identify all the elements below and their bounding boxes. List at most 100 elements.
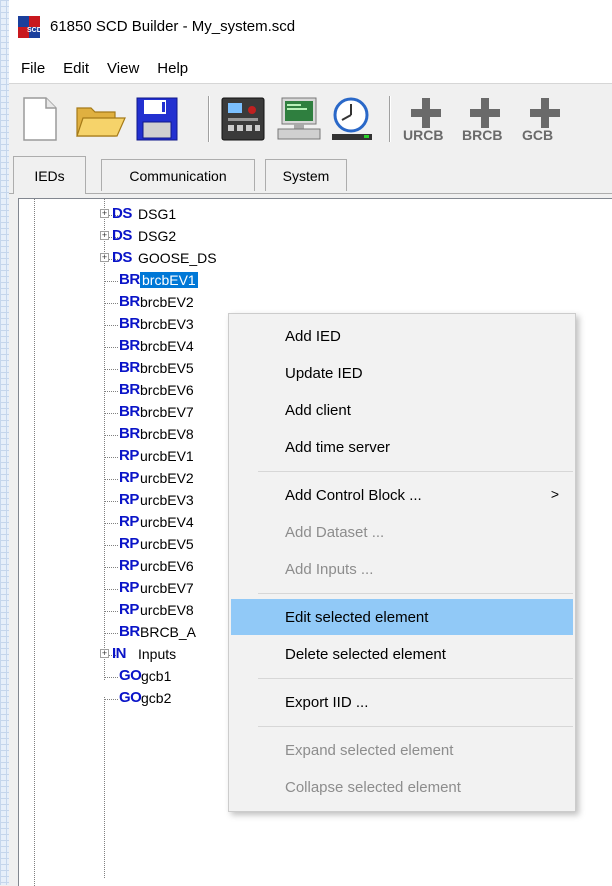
node-type-tag: RP	[119, 469, 139, 486]
tree-branch-line	[105, 413, 119, 414]
tree-node-label[interactable]: BRCB_A	[140, 624, 196, 640]
menu-item-add-control-block[interactable]: Add Control Block ... >	[231, 477, 573, 513]
tab-ieds[interactable]: IEDs	[13, 156, 86, 194]
tree-node-label[interactable]: brcbEV4	[140, 338, 194, 354]
expand-plus-icon[interactable]: +	[100, 231, 109, 240]
gcb-label: GCB	[522, 127, 553, 142]
menu-item-add-ied[interactable]: Add IED	[231, 318, 573, 354]
menu-item-expand-selected-element: Expand selected element	[231, 732, 573, 768]
desktop-background-strip	[0, 0, 9, 885]
tree-node-label[interactable]: urcbEV6	[140, 558, 194, 574]
menu-item-add-client[interactable]: Add client	[231, 392, 573, 428]
menu-separator	[258, 593, 573, 594]
tree-row[interactable]: + DS DSG1	[19, 204, 612, 226]
toolbar: URCB BRCB GCB	[9, 83, 612, 154]
tree-node-label[interactable]: urcbEV8	[140, 602, 194, 618]
tree-node-label[interactable]: DSG1	[138, 206, 176, 222]
tree-branch-line	[105, 479, 119, 480]
tree-node-label[interactable]: urcbEV7	[140, 580, 194, 596]
menu-item-label: Expand selected element	[285, 741, 454, 759]
tree-node-label[interactable]: brcbEV8	[140, 426, 194, 442]
tree-branch-line	[105, 435, 119, 436]
node-type-tag: BR	[119, 359, 140, 376]
tree-row[interactable]: + DS DSG2	[19, 226, 612, 248]
menu-item-label: Add Inputs ...	[285, 560, 374, 578]
urcb-label: URCB	[403, 127, 443, 142]
node-type-tag: RP	[119, 491, 139, 508]
menu-item-label: Collapse selected element	[285, 778, 461, 796]
tree-node-label[interactable]: gcb1	[141, 668, 171, 684]
tree-branch-line	[105, 545, 119, 546]
tree-branch-line	[105, 677, 119, 678]
tab-communication[interactable]: Communication	[101, 159, 255, 191]
node-type-tag: BR	[119, 337, 140, 354]
tree-node-label[interactable]: Inputs	[138, 646, 176, 662]
menu-separator	[258, 726, 573, 727]
expand-plus-icon[interactable]: +	[100, 253, 109, 262]
node-type-tag: RP	[119, 535, 139, 552]
new-file-icon[interactable]	[22, 96, 58, 142]
menu-item-edit-selected-element[interactable]: Edit selected element	[231, 599, 573, 635]
node-type-tag: DS	[112, 205, 132, 222]
tree-node-label[interactable]: brcbEV7	[140, 404, 194, 420]
tree-branch-line	[105, 347, 119, 348]
node-type-tag: BR	[119, 315, 140, 332]
menu-item-label: Export IID ...	[285, 693, 369, 711]
tree-row[interactable]: BR brcbEV1	[19, 270, 612, 292]
tree-branch-line	[105, 523, 119, 524]
expand-plus-icon[interactable]: +	[100, 209, 109, 218]
title-bar: SCD 61850 SCD Builder - My_system.scd	[9, 0, 612, 53]
expand-plus-icon[interactable]: +	[100, 649, 109, 658]
tree-branch-line	[105, 567, 119, 568]
tree-branch-line	[105, 457, 119, 458]
node-type-tag: RP	[119, 557, 139, 574]
menu-edit[interactable]: Edit	[51, 60, 95, 77]
tree-node-label[interactable]: gcb2	[141, 690, 171, 706]
ied-device-icon[interactable]	[220, 96, 266, 142]
menu-item-label: Add time server	[285, 438, 391, 456]
node-type-tag: DS	[112, 227, 132, 244]
menu-item-add-time-server[interactable]: Add time server	[231, 429, 573, 465]
tree-node-label[interactable]: DSG2	[138, 228, 176, 244]
save-icon[interactable]	[135, 96, 179, 142]
menu-item-export-iid[interactable]: Export IID ...	[231, 684, 573, 720]
tree-row[interactable]: BR brcbEV2	[19, 292, 612, 314]
tree-node-label[interactable]: urcbEV5	[140, 536, 194, 552]
tree-row[interactable]: + DS GOOSE_DS	[19, 248, 612, 270]
menu-item-label: Add IED	[285, 327, 341, 345]
tree-node-label[interactable]: urcbEV2	[140, 470, 194, 486]
node-type-tag: RP	[119, 601, 139, 618]
tree-node-label[interactable]: urcbEV1	[140, 448, 194, 464]
tree-node-label-selected[interactable]: brcbEV1	[140, 272, 198, 288]
context-menu: Add IED Update IED Add client Add time serv…	[228, 313, 576, 812]
node-type-tag: BR	[119, 381, 140, 398]
menu-view[interactable]: View	[95, 60, 145, 77]
node-type-tag: GO	[119, 667, 142, 684]
tree-node-label[interactable]: brcbEV5	[140, 360, 194, 376]
computer-client-icon[interactable]	[276, 96, 322, 142]
tree-node-label[interactable]: brcbEV2	[140, 294, 194, 310]
menu-separator	[258, 471, 573, 472]
tree-branch-line	[105, 699, 119, 700]
menu-help[interactable]: Help	[145, 60, 194, 77]
add-urcb-icon[interactable]: URCB	[401, 96, 461, 142]
open-folder-icon[interactable]	[75, 96, 127, 142]
menu-item-update-ied[interactable]: Update IED	[231, 355, 573, 391]
time-server-clock-icon[interactable]	[330, 96, 376, 142]
tree-node-label[interactable]: urcbEV4	[140, 514, 194, 530]
menu-file[interactable]: File	[9, 60, 51, 77]
menu-item-delete-selected-element[interactable]: Delete selected element	[231, 636, 573, 672]
tree-node-label[interactable]: brcbEV3	[140, 316, 194, 332]
add-brcb-icon[interactable]: BRCB	[460, 96, 520, 142]
add-gcb-icon[interactable]: GCB	[520, 96, 570, 142]
node-type-tag: BR	[119, 403, 140, 420]
menu-item-label: Add Control Block ...	[285, 486, 422, 504]
node-type-tag: GO	[119, 689, 142, 706]
tab-system[interactable]: System	[265, 159, 347, 191]
node-type-tag: BR	[119, 271, 140, 288]
menu-separator	[258, 678, 573, 679]
tree-node-label[interactable]: GOOSE_DS	[138, 250, 217, 266]
tree-node-label[interactable]: brcbEV6	[140, 382, 194, 398]
tree-node-label[interactable]: urcbEV3	[140, 492, 194, 508]
node-type-tag: DS	[112, 249, 132, 266]
